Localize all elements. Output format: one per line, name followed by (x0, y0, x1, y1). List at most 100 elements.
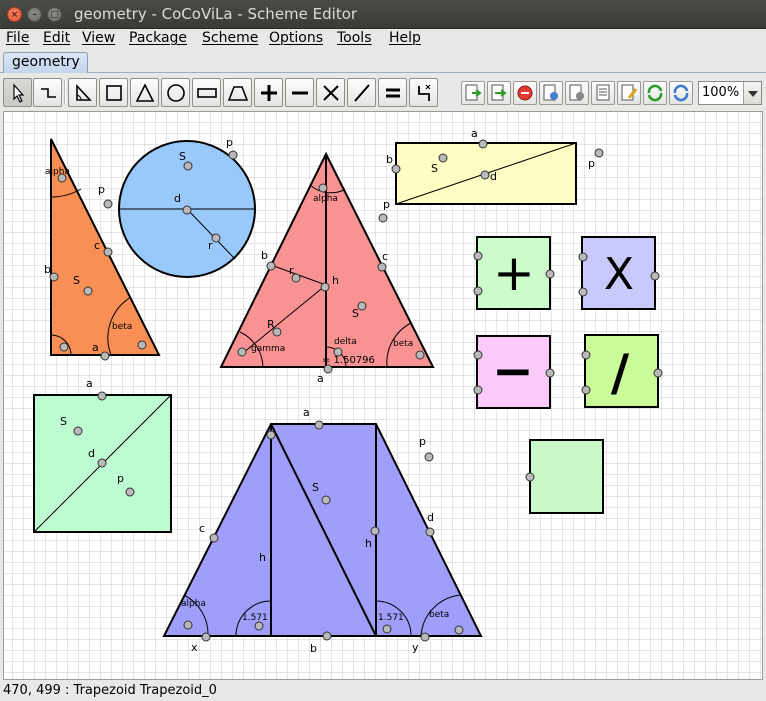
port-p[interactable] (125, 487, 135, 497)
small-square-shape[interactable] (529, 439, 604, 514)
close-window-button[interactable]: × (7, 7, 22, 22)
port-S[interactable] (183, 161, 193, 171)
port-b[interactable] (49, 272, 59, 282)
zoom-dropdown-button[interactable] (743, 82, 761, 104)
port-out[interactable] (650, 271, 660, 281)
port-delta[interactable] (333, 347, 343, 357)
refresh-button[interactable] (669, 81, 693, 105)
port-b[interactable] (322, 631, 332, 641)
port-b[interactable] (391, 164, 401, 174)
port-S[interactable] (83, 286, 93, 296)
square-tool-button[interactable] (99, 78, 128, 107)
menu-options[interactable]: Options (269, 30, 323, 46)
relation-tool-button[interactable] (33, 78, 62, 107)
port-h-top[interactable] (266, 430, 276, 440)
specification-button[interactable] (461, 81, 485, 105)
port-in-1[interactable] (473, 350, 483, 360)
port-alpha[interactable] (318, 183, 328, 193)
divide-tool-button[interactable] (347, 78, 376, 107)
rectangle-tool-button[interactable] (192, 78, 221, 107)
port-angle-right[interactable] (382, 624, 392, 634)
port-h[interactable] (320, 282, 330, 292)
port-in-1[interactable] (578, 252, 588, 262)
port-out[interactable] (545, 368, 555, 378)
multiply-tool-button[interactable] (316, 78, 345, 107)
port-in-2[interactable] (473, 286, 483, 296)
port-p[interactable] (103, 199, 113, 209)
port-x[interactable] (201, 632, 211, 642)
scheme-canvas[interactable]: alpha p c b S beta a S p d r alpha p b c… (3, 111, 763, 680)
edit-class-button[interactable] (617, 81, 641, 105)
port-beta[interactable] (454, 625, 464, 635)
port-angle-left[interactable] (254, 621, 264, 631)
square-object[interactable]: a S d p (33, 377, 172, 533)
menu-edit[interactable]: Edit (43, 30, 70, 46)
port-alpha[interactable] (57, 173, 67, 183)
port-a[interactable] (314, 420, 324, 430)
maximize-window-button[interactable]: □ (47, 7, 62, 22)
port-in-2[interactable] (581, 385, 591, 395)
port-p[interactable] (378, 213, 388, 223)
tab-geometry[interactable]: geometry (3, 52, 88, 73)
port-S[interactable] (321, 495, 331, 505)
run-button[interactable] (539, 81, 563, 105)
subscheme-port-tool-button[interactable] (409, 78, 438, 107)
port-S[interactable] (357, 301, 367, 311)
minus-operator[interactable]: − (473, 335, 555, 409)
triangle-tool-button[interactable] (130, 78, 159, 107)
port-a[interactable] (323, 364, 333, 374)
menu-tools[interactable]: Tools (337, 30, 372, 46)
small-square-object[interactable] (525, 439, 604, 514)
port-out[interactable] (653, 368, 663, 378)
menu-scheme[interactable]: Scheme (202, 30, 258, 46)
port-d[interactable] (425, 527, 435, 537)
port-p[interactable] (594, 148, 604, 158)
divide-operator[interactable]: / (581, 334, 663, 408)
port-c[interactable] (377, 262, 387, 272)
options-button[interactable] (591, 81, 615, 105)
port-a[interactable] (97, 391, 107, 401)
select-tool-button[interactable] (3, 78, 32, 107)
port-d[interactable] (97, 458, 107, 468)
port-in-1[interactable] (581, 350, 591, 360)
port-right-angle[interactable] (59, 342, 69, 352)
port-gamma[interactable] (237, 347, 247, 357)
port-d[interactable] (480, 170, 490, 180)
zoom-select[interactable]: 100% (698, 81, 762, 105)
port-p[interactable] (424, 452, 434, 462)
menu-view[interactable]: View (82, 30, 115, 46)
port-out[interactable] (545, 269, 555, 279)
port-h-right[interactable] (370, 526, 380, 536)
port-r[interactable] (211, 233, 221, 243)
port-p[interactable] (228, 150, 238, 160)
right-triangle-tool-button[interactable] (68, 78, 97, 107)
port-in-2[interactable] (578, 287, 588, 297)
port-b[interactable] (266, 261, 276, 271)
compute-button[interactable] (487, 81, 511, 105)
equals-tool-button[interactable] (378, 78, 407, 107)
port-c[interactable] (103, 247, 113, 257)
port-r[interactable] (291, 273, 301, 283)
port-c[interactable] (209, 533, 219, 543)
menu-help[interactable]: Help (389, 30, 421, 46)
port-in-1[interactable] (473, 251, 483, 261)
port-beta[interactable] (137, 340, 147, 350)
plus-tool-button[interactable] (254, 78, 283, 107)
port-in-2[interactable] (473, 385, 483, 395)
port-alpha[interactable] (183, 620, 193, 630)
port-S[interactable] (73, 426, 83, 436)
edit-spec-button[interactable] (565, 81, 589, 105)
port-beta[interactable] (415, 350, 425, 360)
reload-button[interactable] (643, 81, 667, 105)
stop-button[interactable] (513, 81, 537, 105)
plus-operator[interactable]: + (473, 236, 555, 310)
trapezoid-tool-button[interactable] (223, 78, 252, 107)
circle-tool-button[interactable] (161, 78, 190, 107)
port-a[interactable] (100, 351, 110, 361)
port-R[interactable] (272, 327, 282, 337)
menu-file[interactable]: File (6, 30, 29, 46)
port-a[interactable] (478, 139, 488, 149)
multiply-operator[interactable]: X (578, 236, 660, 310)
minimize-window-button[interactable]: – (27, 7, 42, 22)
menu-package[interactable]: Package (129, 30, 187, 46)
